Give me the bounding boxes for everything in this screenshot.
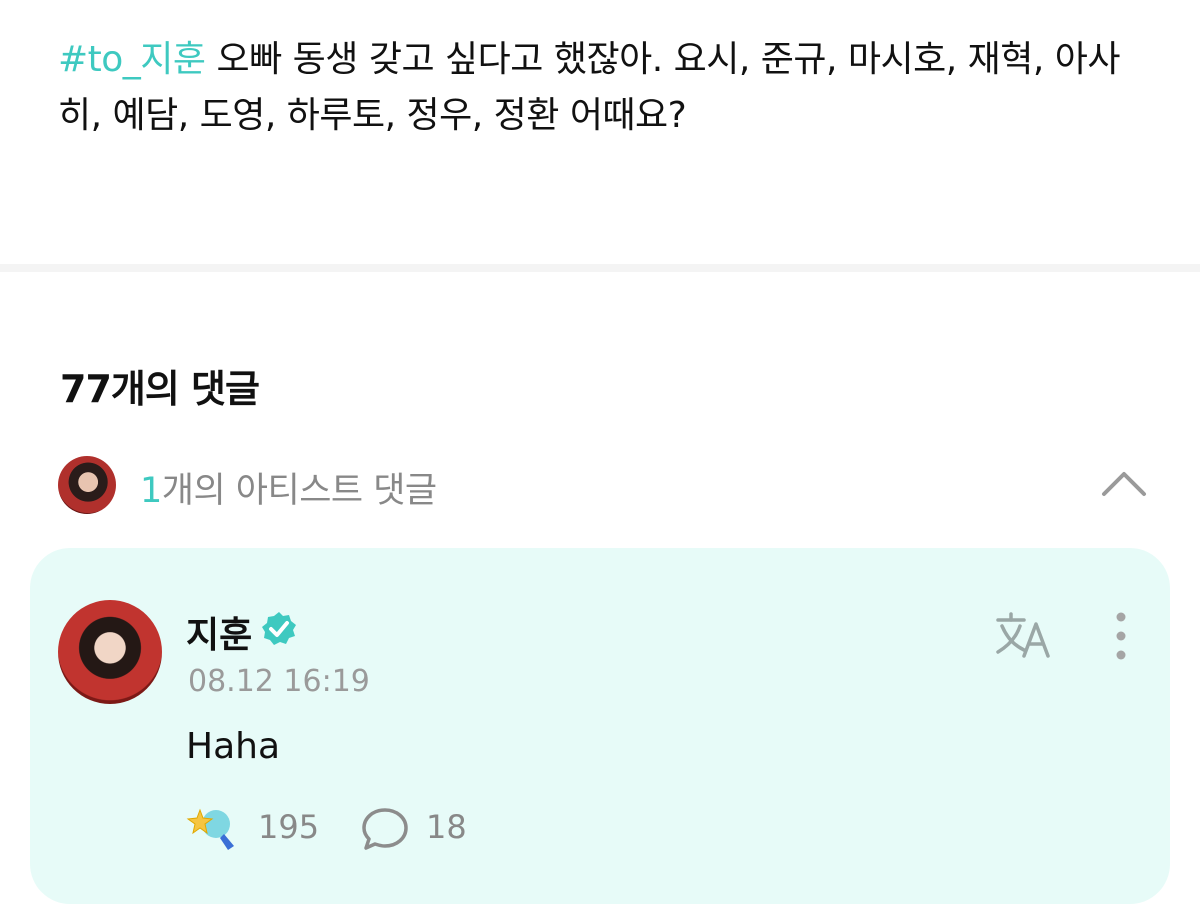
comment-text: Haha xyxy=(186,726,281,767)
post-text: 오빠 동생 갖고 싶다고 했잖아. 요시, 준규, 마시호, 재혁, 아사히, … xyxy=(58,39,1120,136)
post-body: #to_지훈 오빠 동생 갖고 싶다고 했잖아. 요시, 준규, 마시호, 재혁… xyxy=(58,32,1158,144)
speech-bubble-icon[interactable] xyxy=(360,806,410,852)
more-vertical-icon[interactable] xyxy=(1106,610,1136,662)
chevron-up-icon[interactable] xyxy=(1100,466,1148,502)
artist-avatar-small xyxy=(58,456,116,514)
star-lightstick-icon[interactable] xyxy=(186,804,238,852)
like-count: 195 xyxy=(258,808,320,846)
artist-comments-toggle-row[interactable]: 1개의 아티스트 댓글 xyxy=(58,454,1148,518)
verified-badge-icon xyxy=(262,612,296,645)
artist-comment-card: 지훈 08.12 16:19 Haha 195 18 xyxy=(30,548,1170,904)
commenter-name[interactable]: 지훈 xyxy=(186,606,252,658)
hashtag-link[interactable]: #to_지훈 xyxy=(58,39,206,80)
artist-comments-count: 1 xyxy=(140,471,162,511)
artist-comments-text: 개의 아티스트 댓글 xyxy=(161,471,437,511)
comments-count-heading: 77개의 댓글 xyxy=(60,367,260,411)
artist-comments-label: 1개의 아티스트 댓글 xyxy=(140,462,437,513)
reply-count: 18 xyxy=(426,808,467,846)
comment-timestamp: 08.12 16:19 xyxy=(188,664,370,699)
section-divider xyxy=(0,264,1200,272)
commenter-avatar[interactable] xyxy=(58,600,162,704)
translate-icon[interactable] xyxy=(994,610,1054,660)
